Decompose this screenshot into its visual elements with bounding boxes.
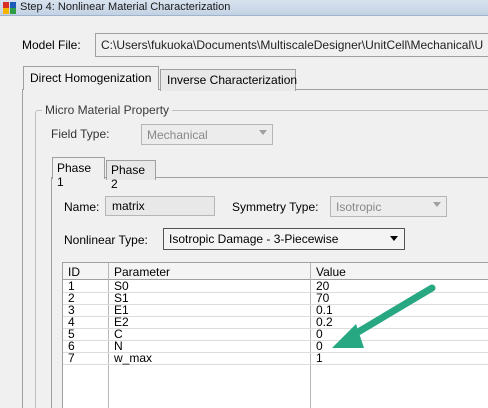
group-legend: Micro Material Property [42,103,173,117]
table-cell-value[interactable]: 1 [316,352,323,364]
field-type-select[interactable]: Mechanical [141,124,273,145]
window-title: Step 4: Nonlinear Material Characterizat… [20,1,231,13]
table-header: ID Parameter Value [63,263,488,280]
tab-phase-1[interactable]: Phase 1 [52,157,105,189]
model-file-path-field[interactable]: C:\Users\fukuoka\Documents\MultiscaleDes… [95,33,488,57]
tab-inverse-characterization[interactable]: Inverse Characterization [160,69,297,91]
symmetry-type-label: Symmetry Type: [232,200,319,214]
chevron-down-icon [390,236,398,241]
table-row[interactable]: 7 w_max 1 [63,351,488,365]
column-header-value[interactable]: Value [316,265,346,279]
name-field[interactable]: matrix [105,196,215,216]
app-icon [3,2,16,14]
model-file-label: Model File: [22,38,81,52]
chevron-down-icon [259,130,267,135]
table-row[interactable]: 5C0 [63,328,488,341]
tab-direct-homogenization[interactable]: Direct Homogenization [23,66,159,90]
field-type-value: Mechanical [147,128,208,142]
name-label: Name: [64,200,100,214]
table-cell-parameter: w_max [114,351,153,365]
parameter-table[interactable]: ID Parameter Value 1 S0 20 2 S1 70 3 E1 0.1 4 E2 0.… [62,262,488,408]
symmetry-type-value: Isotropic [336,200,382,214]
symmetry-type-select[interactable]: Isotropic [330,196,447,217]
column-header-id[interactable]: ID [68,265,80,279]
chevron-down-icon [433,202,441,207]
window-titlebar: Step 4: Nonlinear Material Characterizat… [0,0,488,16]
nonlinear-type-value: Isotropic Damage - 3-Piecewise [169,232,339,246]
tab-phase-2[interactable]: Phase 2 [106,160,156,191]
field-type-label: Field Type: [51,127,110,141]
table-row[interactable]: 4 E2 0.2 [63,316,488,329]
nonlinear-type-label: Nonlinear Type: [64,233,148,247]
table-cell-id: 7 [68,351,75,365]
nonlinear-type-select[interactable]: Isotropic Damage - 3-Piecewise [163,228,405,250]
column-header-parameter[interactable]: Parameter [114,265,170,279]
